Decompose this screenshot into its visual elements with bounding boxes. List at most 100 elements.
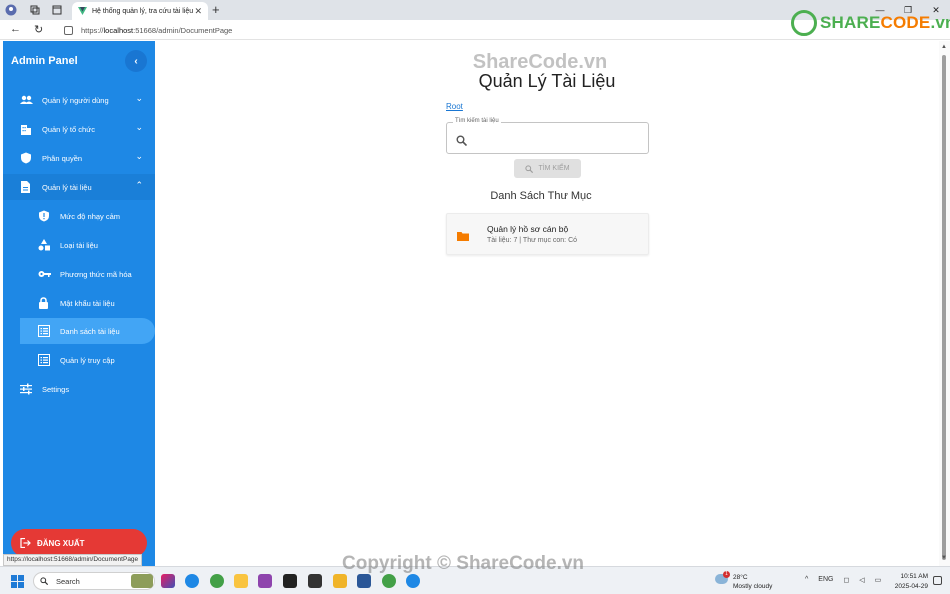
new-tab-icon[interactable]: +: [212, 2, 220, 17]
page-scrollbar[interactable]: ▲ ▼: [939, 41, 950, 566]
edge-icon[interactable]: [185, 574, 199, 588]
tab-document-page[interactable]: Hệ thống quản lý, tra cứu tài liệu ✕: [72, 2, 208, 20]
terminal-icon[interactable]: [283, 574, 297, 588]
scrollbar-thumb[interactable]: [942, 55, 946, 560]
url-host: localhost: [103, 25, 134, 35]
tab-actions-icon[interactable]: [50, 3, 64, 17]
key-icon: [38, 268, 51, 280]
workspaces-icon[interactable]: [28, 3, 42, 17]
sidebar-item-users[interactable]: Quản lý người dùng ⌄: [3, 87, 155, 113]
search-button[interactable]: TÌM KIẾM: [514, 159, 581, 178]
search-field[interactable]: Tìm kiếm tài liệu: [446, 118, 649, 154]
folder-icon: [457, 229, 469, 241]
building-icon: [20, 123, 32, 135]
breadcrumb-root-link[interactable]: Root: [446, 102, 463, 111]
tab-title: Hệ thống quản lý, tra cứu tài liệu: [92, 7, 194, 15]
chevron-down-icon: ⌄: [135, 151, 143, 161]
sidebar-item-permissions[interactable]: Phân quyền ⌄: [3, 145, 155, 171]
sharecode-logo: SHARECODE.vn: [791, 10, 950, 36]
sidebar-item-label: Quản lý tổ chức: [42, 125, 95, 134]
sidebar-item-label: Quản lý người dùng: [42, 96, 109, 105]
windows-start-icon[interactable]: [11, 575, 24, 588]
sidebar-subitem-sensitivity[interactable]: Mức độ nhạy cảm: [20, 203, 155, 229]
search-icon: [525, 164, 534, 173]
sharecode-logo-text: SHARECODE.vn: [820, 13, 950, 32]
folder-list-heading: Danh Sách Thư Mục: [490, 190, 592, 202]
chevron-down-icon: ⌄: [135, 122, 143, 132]
clock[interactable]: 10:51 AM 2025-04-29: [890, 572, 928, 592]
show-hidden-icons-icon[interactable]: ^: [805, 576, 808, 584]
edge-active-icon[interactable]: [406, 574, 420, 588]
sidebar-subitem-encryption[interactable]: Phương thức mã hóa: [20, 261, 155, 287]
weather-desc: Mostly cloudy: [733, 583, 773, 590]
sharecode-logo-icon: [791, 10, 817, 36]
sidebar-item-settings[interactable]: Settings: [3, 376, 155, 402]
collapse-sidebar-button[interactable]: ‹: [125, 50, 147, 72]
chevron-left-icon: ‹: [134, 55, 138, 67]
vue-logo-icon: [78, 6, 87, 16]
file-explorer-icon[interactable]: [234, 574, 248, 588]
clock-time: 10:51 AM: [900, 573, 928, 580]
sidebar-subitem-label: Danh sách tài liệu: [60, 327, 120, 336]
sidebar-subitem-label: Phương thức mã hóa: [60, 270, 132, 279]
browser-app-icon[interactable]: [382, 574, 396, 588]
search-icon: [456, 133, 468, 147]
url-prefix: https://: [81, 25, 104, 35]
sidebar-subitem-label: Loại tài liệu: [60, 241, 98, 250]
list-icon: [38, 354, 50, 366]
back-icon[interactable]: ←: [10, 23, 21, 35]
logout-label: ĐĂNG XUẤT: [37, 538, 85, 548]
weather-badge: 1: [723, 571, 730, 578]
sidebar-subitem-label: Mật khẩu tài liệu: [60, 299, 115, 308]
sidebar-item-label: Settings: [42, 385, 70, 394]
chevron-down-icon: ⌄: [135, 93, 143, 103]
battery-icon[interactable]: ▭: [875, 576, 882, 584]
app-icon[interactable]: [333, 574, 347, 588]
search-highlight-icon[interactable]: [131, 574, 153, 588]
copilot-icon[interactable]: [161, 574, 175, 588]
shapes-icon: [38, 239, 50, 251]
sidebar-subitem-access[interactable]: Quản lý truy cập: [20, 347, 155, 373]
sidebar-title: Admin Panel: [11, 55, 78, 67]
profile-avatar-icon[interactable]: [4, 3, 18, 17]
notifications-icon[interactable]: [933, 576, 942, 585]
input-language[interactable]: ENG: [818, 576, 833, 584]
sidebar-item-label: Phân quyền: [42, 154, 83, 163]
refresh-icon[interactable]: ↻: [34, 23, 43, 36]
network-icon[interactable]: ◻: [843, 576, 849, 584]
folder-card[interactable]: Quản lý hồ sơ cán bộ Tài liệu: 7 | Thư m…: [446, 213, 649, 255]
sliders-icon: [20, 383, 32, 395]
scroll-up-icon[interactable]: ▲: [941, 44, 947, 50]
sidebar-subitem-label: Quản lý truy cập: [60, 356, 115, 365]
sidebar-item-documents[interactable]: Quản lý tài liệu ⌃: [3, 174, 155, 200]
main-content: Quản Lý Tài Liệu Root Tìm kiếm tài liệu …: [155, 41, 939, 566]
site-info-icon[interactable]: [64, 25, 73, 35]
sharecode-app-icon[interactable]: [210, 574, 224, 588]
sidebar-subitem-passwords[interactable]: Mật khẩu tài liệu: [20, 290, 155, 316]
list-icon: [38, 325, 50, 337]
sidebar-subitem-label: Mức độ nhạy cảm: [60, 212, 121, 221]
system-tray: ^ ENG ◻ ◁ ▭: [805, 576, 891, 584]
document-icon: [20, 181, 32, 193]
scroll-down-icon[interactable]: ▼: [941, 555, 947, 561]
sidebar-item-label: Quản lý tài liệu: [42, 183, 92, 192]
weather-temp: 28°C: [733, 574, 748, 581]
sidebar-subitem-document-list[interactable]: Danh sách tài liệu: [20, 318, 155, 344]
command-prompt-icon[interactable]: [308, 574, 322, 588]
volume-icon[interactable]: ◁: [859, 576, 864, 584]
clock-date: 2025-04-29: [894, 583, 928, 590]
logout-button[interactable]: ĐĂNG XUẤT: [11, 529, 147, 557]
sidebar-subitem-document-types[interactable]: Loại tài liệu: [20, 232, 155, 258]
search-input[interactable]: [473, 129, 643, 147]
page-title: Quản Lý Tài Liệu: [478, 71, 616, 91]
taskbar-search-label: Search: [56, 576, 80, 586]
word-icon[interactable]: [357, 574, 371, 588]
chevron-up-icon: ⌃: [135, 180, 143, 190]
close-tab-icon[interactable]: ✕: [194, 6, 202, 17]
shield-alert-icon: [38, 210, 50, 222]
folder-meta: Tài liệu: 7 | Thư mục con: Có: [487, 237, 578, 244]
sidebar-item-organizations[interactable]: Quản lý tổ chức ⌄: [3, 116, 155, 142]
search-field-label: Tìm kiếm tài liệu: [453, 118, 501, 124]
visual-studio-icon[interactable]: [258, 574, 272, 588]
search-icon: [40, 577, 49, 586]
